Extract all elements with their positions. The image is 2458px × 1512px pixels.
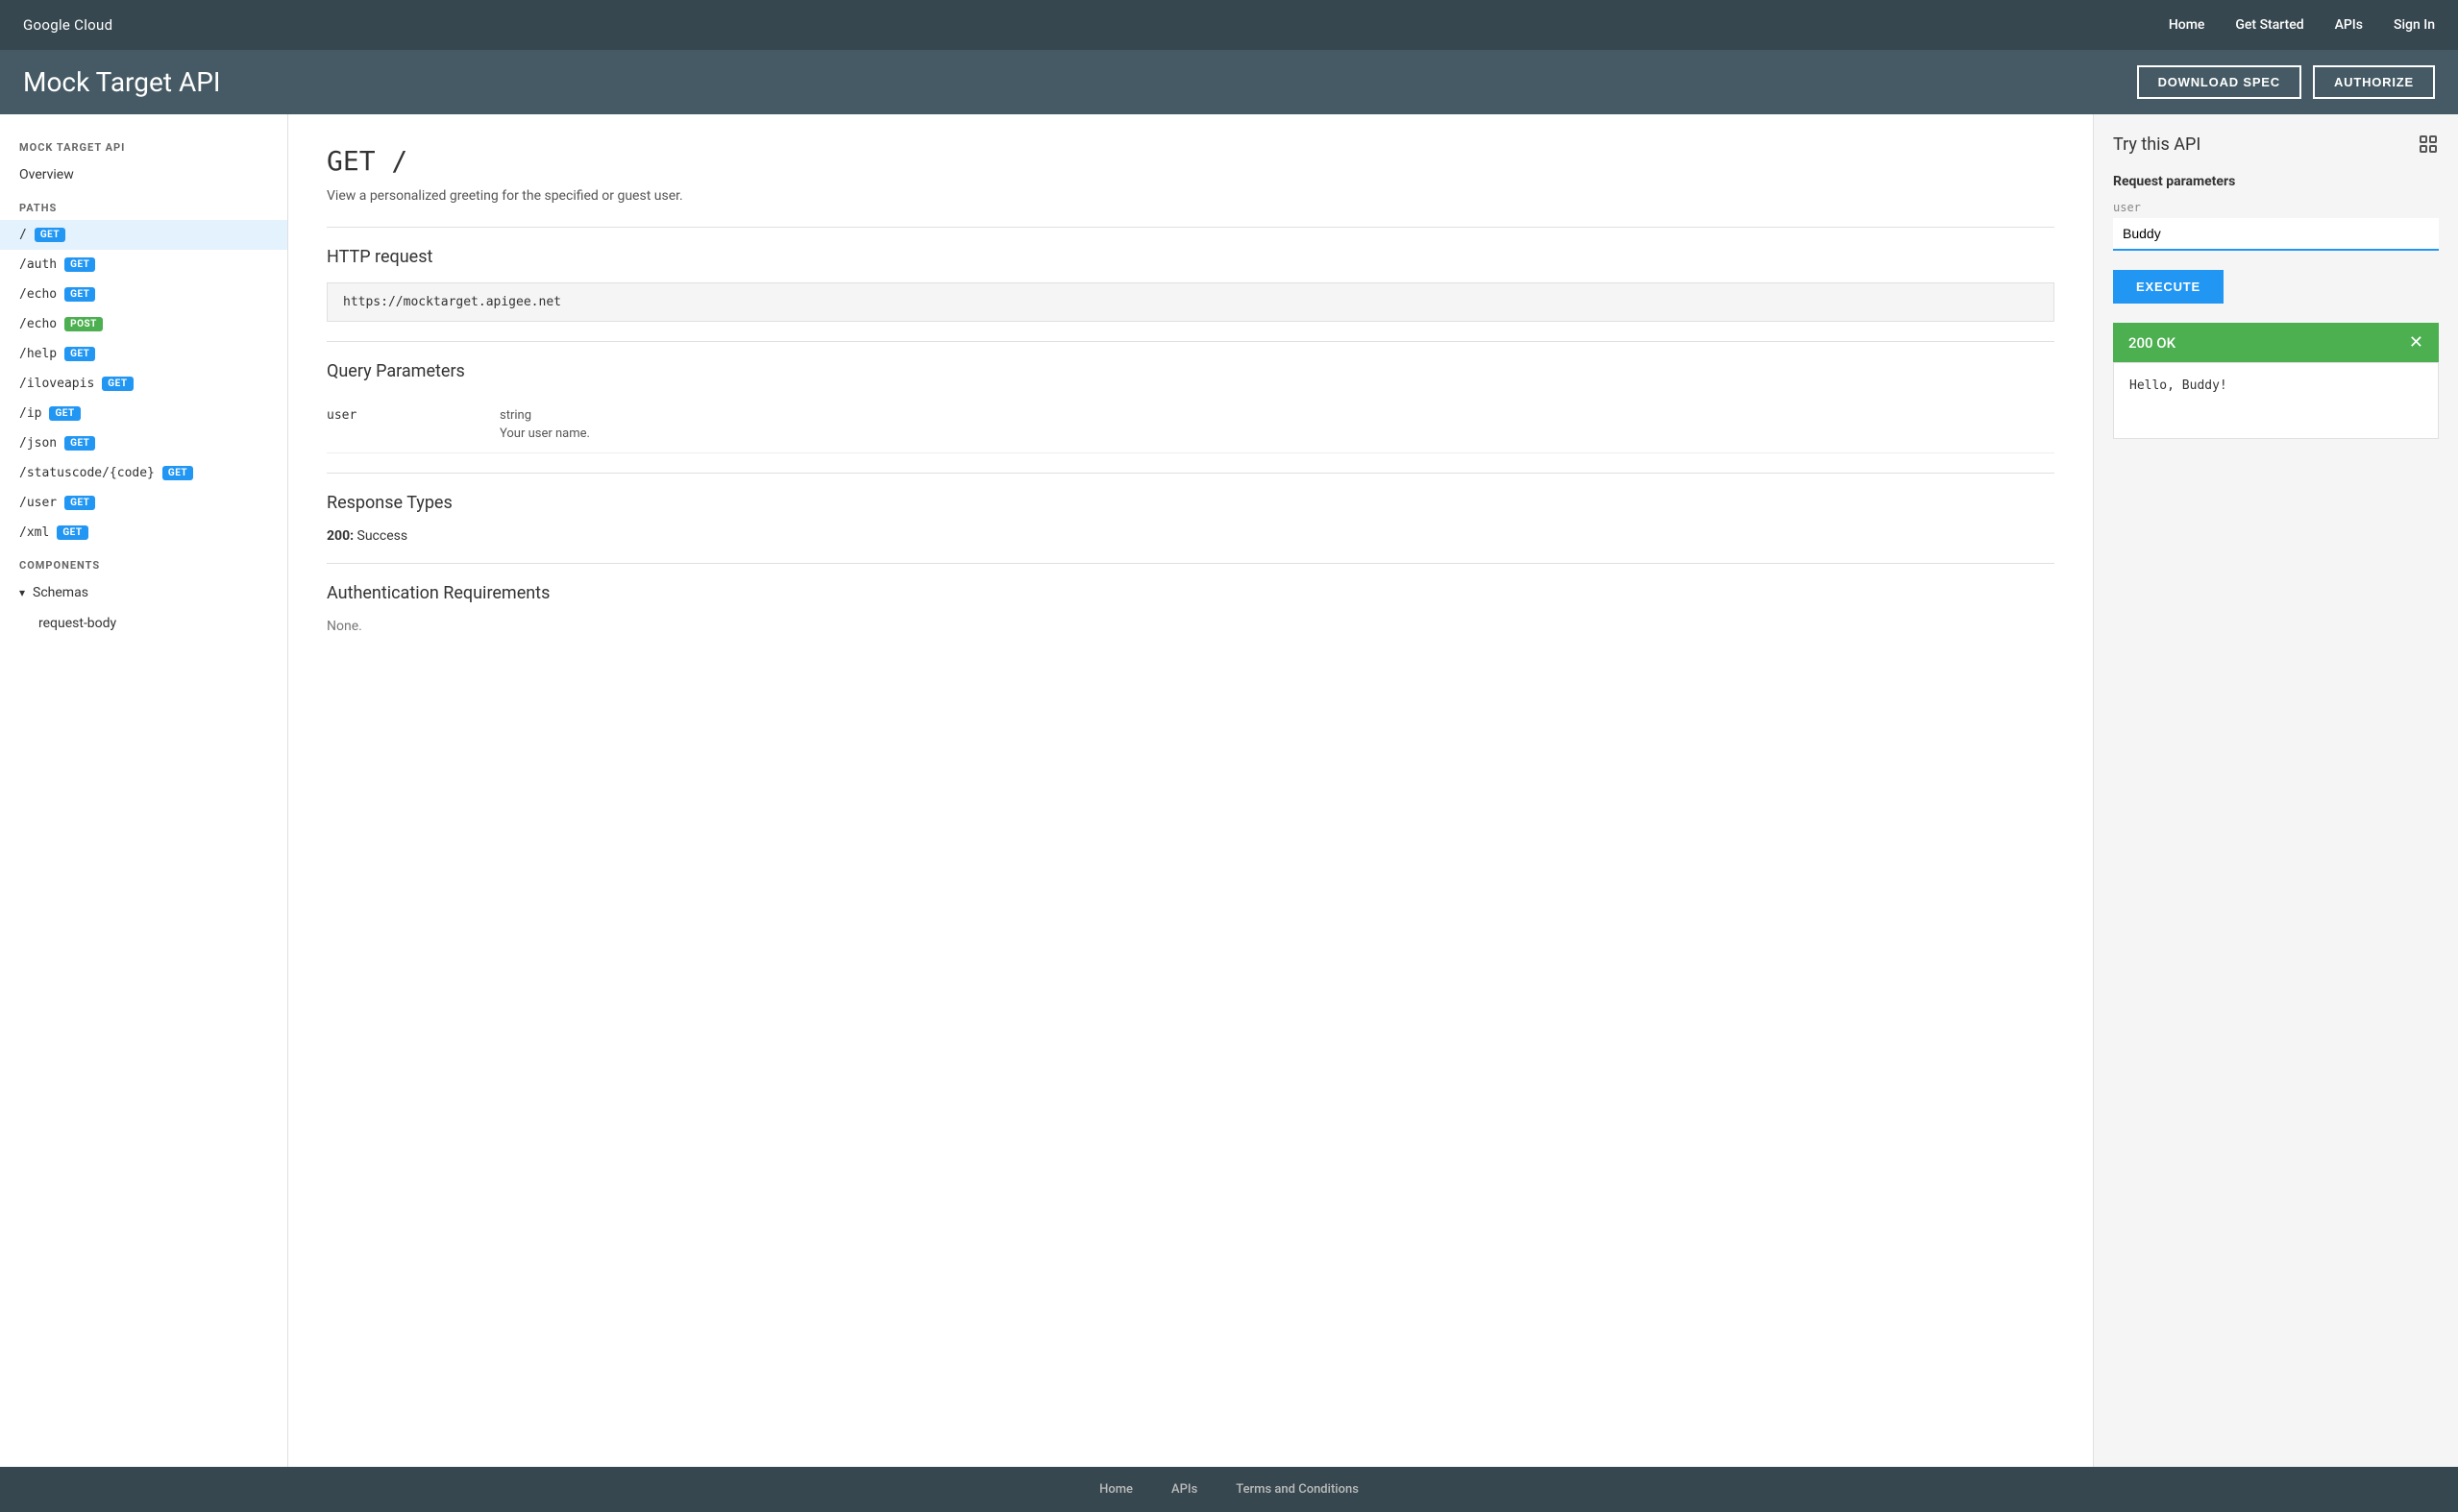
footer: Home APIs Terms and Conditions — [0, 1467, 2458, 1512]
param-type-user: string — [500, 408, 2054, 423]
path-text: /auth — [19, 257, 57, 272]
path-text: /iloveapis — [19, 377, 94, 391]
param-details-user: string Your user name. — [500, 408, 2054, 441]
badge-get: GET — [162, 466, 193, 480]
sidebar-path-help-get[interactable]: /help GET — [0, 339, 287, 369]
schema-item-label: request-body — [38, 616, 116, 631]
badge-get: GET — [57, 525, 87, 540]
sidebar-path-xml-get[interactable]: /xml GET — [0, 518, 287, 548]
params-table: user string Your user name. — [327, 397, 2054, 453]
download-spec-button[interactable]: DOWNLOAD SPEC — [2137, 65, 2301, 99]
path-text: /user — [19, 496, 57, 510]
expand-icon: ▾ — [19, 586, 25, 599]
endpoint-title: GET / — [327, 145, 2054, 177]
badge-get: GET — [35, 228, 65, 242]
sidebar-overview-label: Overview — [19, 167, 74, 183]
try-panel: Try this API Request parameters user EXE… — [2093, 114, 2458, 1467]
badge-get: GET — [49, 406, 80, 421]
http-url-box: https://mocktarget.apigee.net — [327, 282, 2054, 322]
response-status-box: 200 OK ✕ — [2113, 323, 2439, 362]
sidebar-path-json-get[interactable]: /json GET — [0, 428, 287, 458]
endpoint-description: View a personalized greeting for the spe… — [327, 188, 2054, 204]
nav-get-started[interactable]: Get Started — [2235, 17, 2303, 33]
main-layout: MOCK TARGET API Overview PATHS / GET /au… — [0, 114, 2458, 1467]
path-text: /statuscode/{code} — [19, 466, 155, 480]
path-text: /xml — [19, 525, 49, 540]
page-header: Mock Target API DOWNLOAD SPEC AUTHORIZE — [0, 50, 2458, 114]
sidebar-overview[interactable]: Overview — [0, 159, 287, 190]
sidebar-path-auth-get[interactable]: /auth GET — [0, 250, 287, 280]
sidebar-path-statuscode-get[interactable]: /statuscode/{code} GET — [0, 458, 287, 488]
path-text: /json — [19, 436, 57, 451]
top-nav: Google Cloud Home Get Started APIs Sign … — [0, 0, 2458, 50]
close-response-button[interactable]: ✕ — [2409, 332, 2423, 353]
auth-heading: Authentication Requirements — [327, 583, 2054, 603]
auth-value: None. — [327, 619, 2054, 634]
badge-get: GET — [64, 347, 95, 361]
footer-home[interactable]: Home — [1099, 1482, 1133, 1497]
nav-sign-in[interactable]: Sign In — [2394, 17, 2435, 33]
sidebar-path-iloveapis-get[interactable]: /iloveapis GET — [0, 369, 287, 399]
badge-get: GET — [64, 436, 95, 451]
http-request-heading: HTTP request — [327, 247, 2054, 267]
path-text: /help — [19, 347, 57, 361]
path-text: /echo — [19, 287, 57, 302]
response-item-200: 200: Success — [327, 528, 2054, 544]
response-desc-200: Success — [357, 528, 408, 544]
content-area: GET / View a personalized greeting for t… — [288, 114, 2093, 1467]
sidebar-schemas[interactable]: ▾ Schemas — [0, 577, 287, 608]
response-status: 200 OK — [2128, 334, 2175, 352]
nav-links: Home Get Started APIs Sign In — [2169, 17, 2435, 33]
footer-apis[interactable]: APIs — [1171, 1482, 1197, 1497]
nav-home[interactable]: Home — [2169, 17, 2205, 33]
sidebar: MOCK TARGET API Overview PATHS / GET /au… — [0, 114, 288, 1467]
path-text: /echo — [19, 317, 57, 331]
response-code-200: 200: — [327, 528, 354, 544]
sidebar-path-user-get[interactable]: /user GET — [0, 488, 287, 518]
param-desc-user: Your user name. — [500, 427, 2054, 441]
query-params-heading: Query Parameters — [327, 361, 2054, 381]
path-text: / — [19, 228, 27, 242]
page-title: Mock Target API — [23, 66, 221, 98]
request-params-label: Request parameters — [2113, 174, 2439, 189]
try-panel-title: Try this API — [2113, 134, 2200, 155]
response-body: Hello, Buddy! — [2113, 362, 2439, 439]
execute-button[interactable]: EXECUTE — [2113, 270, 2224, 304]
sidebar-path-root-get[interactable]: / GET — [0, 220, 287, 250]
expand-icon[interactable] — [2418, 134, 2439, 155]
sidebar-section-paths: PATHS — [0, 190, 287, 220]
user-field-label: user — [2113, 201, 2439, 214]
logo: Google Cloud — [23, 16, 112, 34]
sidebar-schema-request-body[interactable]: request-body — [0, 608, 287, 639]
sidebar-path-echo-get[interactable]: /echo GET — [0, 280, 287, 309]
sidebar-section-components: COMPONENTS — [0, 548, 287, 577]
authorize-button[interactable]: AUTHORIZE — [2313, 65, 2435, 99]
badge-post: POST — [64, 317, 103, 331]
user-input[interactable] — [2113, 218, 2439, 251]
param-row-user: user string Your user name. — [327, 397, 2054, 453]
header-buttons: DOWNLOAD SPEC AUTHORIZE — [2137, 65, 2435, 99]
badge-get: GET — [64, 496, 95, 510]
badge-get: GET — [64, 287, 95, 302]
param-name-user: user — [327, 408, 480, 441]
sidebar-path-ip-get[interactable]: /ip GET — [0, 399, 287, 428]
sidebar-section-api: MOCK TARGET API — [0, 130, 287, 159]
try-panel-header: Try this API — [2113, 134, 2439, 155]
path-text: /ip — [19, 406, 41, 421]
footer-terms[interactable]: Terms and Conditions — [1236, 1482, 1359, 1497]
badge-get: GET — [102, 377, 133, 391]
sidebar-path-echo-post[interactable]: /echo POST — [0, 309, 287, 339]
nav-apis[interactable]: APIs — [2335, 17, 2363, 33]
badge-get: GET — [64, 257, 95, 272]
response-types-heading: Response Types — [327, 493, 2054, 513]
schemas-label: Schemas — [33, 585, 88, 600]
